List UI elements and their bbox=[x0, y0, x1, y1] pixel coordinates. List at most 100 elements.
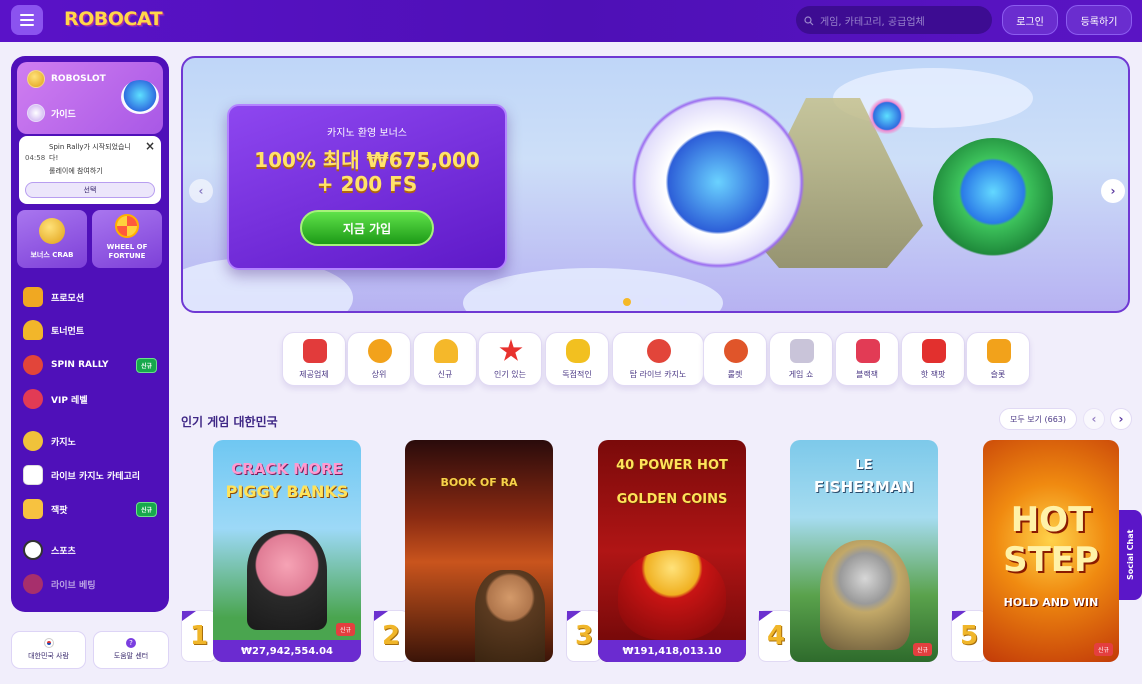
category-slots[interactable]: 슬롯 bbox=[966, 332, 1030, 386]
sidebar-item-roboslot[interactable]: ROBOSLOT bbox=[27, 68, 106, 90]
login-button[interactable]: 로그인 bbox=[1002, 5, 1058, 35]
bonus-crab-label: 보너스 CRAB bbox=[30, 251, 74, 259]
jackpot-icon bbox=[23, 499, 43, 519]
see-all-button[interactable]: 모두 보기 (663) bbox=[999, 408, 1077, 430]
game-tile[interactable]: 40 POWER HOT GOLDEN COINS ₩191,418,013.1… bbox=[598, 440, 746, 662]
sidebar-item-label: 잭팟 bbox=[51, 505, 68, 516]
game-tile[interactable]: CRACK MORE PIGGY BANKS 신규 ₩27,942,554.04 bbox=[213, 440, 361, 662]
jackpot-amount: ₩191,418,013.10 bbox=[598, 640, 746, 662]
sidebar-item-jackpot[interactable]: 잭팟 신규 bbox=[23, 497, 157, 521]
search-placeholder: 게임, 카테고리, 공급업체 bbox=[820, 16, 925, 28]
category-label: 블랙잭 bbox=[855, 370, 879, 379]
bonus-crab-card[interactable]: 보너스 CRAB bbox=[17, 210, 87, 268]
rank-number: 3 bbox=[566, 610, 602, 662]
promo-card: 카지노 환영 보너스 100% 최대 ₩675,000 + 200 FS 지금 … bbox=[227, 104, 507, 270]
game-tile[interactable]: LE FISHERMAN 신규 bbox=[790, 440, 938, 662]
rank-number: 2 bbox=[373, 610, 409, 662]
help-center-button[interactable]: ? 도움말 센터 bbox=[93, 631, 169, 669]
pig-character-image bbox=[247, 530, 327, 630]
category-label: 제공업체 bbox=[299, 370, 329, 379]
sidebar-item-vip[interactable]: VIP 레벨 bbox=[23, 387, 157, 411]
sidebar-item-label: 카지노 bbox=[51, 437, 76, 448]
social-chat-tab[interactable]: Social Chat bbox=[1119, 510, 1142, 600]
logo[interactable]: ROBOCAT bbox=[56, 6, 163, 34]
hero-next-arrow-icon[interactable]: › bbox=[1101, 179, 1125, 203]
game-tile[interactable]: BOOK OF RA bbox=[405, 440, 553, 662]
star-icon bbox=[499, 339, 523, 361]
join-now-button[interactable]: 지금 가입 bbox=[300, 210, 434, 246]
cards-icon bbox=[23, 465, 43, 485]
games-next-arrow-icon[interactable]: › bbox=[1110, 408, 1132, 430]
menu-icon[interactable] bbox=[11, 5, 43, 35]
sidebar-item-casino[interactable]: 카지노 bbox=[23, 429, 157, 453]
game-title: 40 POWER HOT bbox=[616, 458, 728, 473]
game-tile[interactable]: HOT STEP HOLD AND WIN 신규 bbox=[983, 440, 1119, 662]
promo-headline-2: + 200 FS bbox=[316, 172, 418, 196]
slide-dot-3[interactable] bbox=[661, 298, 669, 306]
sidebar-top-panel: ROBOSLOT 가이드 bbox=[17, 62, 163, 134]
slot-icon bbox=[987, 339, 1011, 363]
game-title: PIGGY BANKS bbox=[225, 482, 349, 501]
game-title: HOT bbox=[1010, 500, 1092, 540]
close-icon[interactable]: × bbox=[145, 139, 155, 153]
games-prev-arrow-icon[interactable]: ‹ bbox=[1083, 408, 1105, 430]
game-title: GOLDEN COINS bbox=[616, 492, 728, 507]
sidebar-item-tournaments[interactable]: 토너먼트 bbox=[23, 318, 157, 342]
robot-mascot-icon bbox=[121, 80, 159, 114]
sidebar-item-label: 라이브 베팅 bbox=[51, 580, 96, 591]
slide-dot-4[interactable] bbox=[679, 298, 687, 306]
guide-icon bbox=[27, 104, 45, 122]
category-blackjack[interactable]: 블랙잭 bbox=[835, 332, 899, 386]
sidebar-item-label: 가이드 bbox=[51, 109, 76, 120]
social-chat-label: Social Chat bbox=[1126, 529, 1135, 581]
promo-subtitle: 카지노 환영 보너스 bbox=[327, 128, 407, 139]
register-button[interactable]: 등록하기 bbox=[1066, 5, 1132, 35]
seven-icon bbox=[922, 339, 946, 363]
notice-select-button[interactable]: 선택 bbox=[25, 182, 155, 198]
explorer-character-image bbox=[475, 570, 545, 662]
category-top-live-casino[interactable]: 탑 라이브 카지노 bbox=[612, 332, 704, 386]
rank-number: 1 bbox=[181, 610, 217, 662]
vip-icon bbox=[23, 389, 43, 409]
hero-prev-arrow-icon[interactable]: ‹ bbox=[189, 179, 213, 203]
category-hot-jackpot[interactable]: 핫 잭팟 bbox=[901, 332, 965, 386]
notice-time: 04:58 bbox=[25, 154, 46, 162]
sidebar-item-sports[interactable]: 스포츠 bbox=[23, 538, 157, 562]
search-input[interactable]: 게임, 카테고리, 공급업체 bbox=[796, 6, 992, 34]
sidebar-item-spin-rally[interactable]: SPIN RALLY 신규 bbox=[23, 353, 157, 377]
sidebar-item-live-casino[interactable]: 라이브 카지노 카테고리 bbox=[23, 463, 157, 487]
gift-icon bbox=[23, 287, 43, 307]
slide-dot-1[interactable] bbox=[623, 298, 631, 306]
wheel-label: WHEEL OF FORTUNE bbox=[106, 243, 148, 260]
sidebar-item-label: 스포츠 bbox=[51, 546, 76, 557]
cloud-decoration bbox=[463, 268, 723, 311]
help-center-label: 도움말 센터 bbox=[113, 652, 149, 660]
notice-line1: Spin Rally가 시작되었습니 bbox=[49, 143, 131, 151]
wheel-of-fortune-card[interactable]: WHEEL OF FORTUNE bbox=[92, 210, 162, 268]
slide-dot-2[interactable] bbox=[643, 298, 651, 306]
category-roulette[interactable]: 룰렛 bbox=[703, 332, 767, 386]
promo-headline: 100% 최대 ₩675,000 bbox=[254, 148, 480, 172]
sidebar-item-label: ROBOSLOT bbox=[51, 74, 106, 84]
live-betting-icon bbox=[23, 574, 43, 594]
category-new[interactable]: 신규 bbox=[413, 332, 477, 386]
sidebar-item-promotions[interactable]: 프로모션 bbox=[23, 285, 157, 309]
language-button[interactable]: 대한민국 사람 bbox=[11, 631, 86, 669]
trophy-icon bbox=[23, 320, 43, 340]
category-providers[interactable]: 제공업체 bbox=[282, 332, 346, 386]
sidebar: ROBOSLOT 가이드 04:58 Spin Rally가 시작되었습니 다!… bbox=[11, 56, 169, 612]
sidebar-item-guide[interactable]: 가이드 bbox=[27, 102, 76, 124]
sidebar-item-live-betting[interactable]: 라이브 베팅 bbox=[23, 572, 157, 596]
category-label: 인기 있는 bbox=[494, 370, 526, 379]
game-title: FISHERMAN bbox=[813, 478, 915, 496]
logo-text: ROBOCAT bbox=[64, 8, 163, 30]
category-popular[interactable]: 인기 있는 bbox=[478, 332, 542, 386]
category-exclusive[interactable]: 독점적인 bbox=[545, 332, 609, 386]
chip-icon bbox=[647, 339, 671, 363]
category-game-show[interactable]: 게임 쇼 bbox=[769, 332, 833, 386]
new-tag: 신규 bbox=[1093, 643, 1113, 656]
category-top[interactable]: 상위 bbox=[347, 332, 411, 386]
raccoon-fisherman-image bbox=[820, 540, 910, 650]
search-icon bbox=[804, 11, 814, 30]
hero-banner: 카지노 환영 보너스 100% 최대 ₩675,000 + 200 FS 지금 … bbox=[181, 56, 1130, 313]
